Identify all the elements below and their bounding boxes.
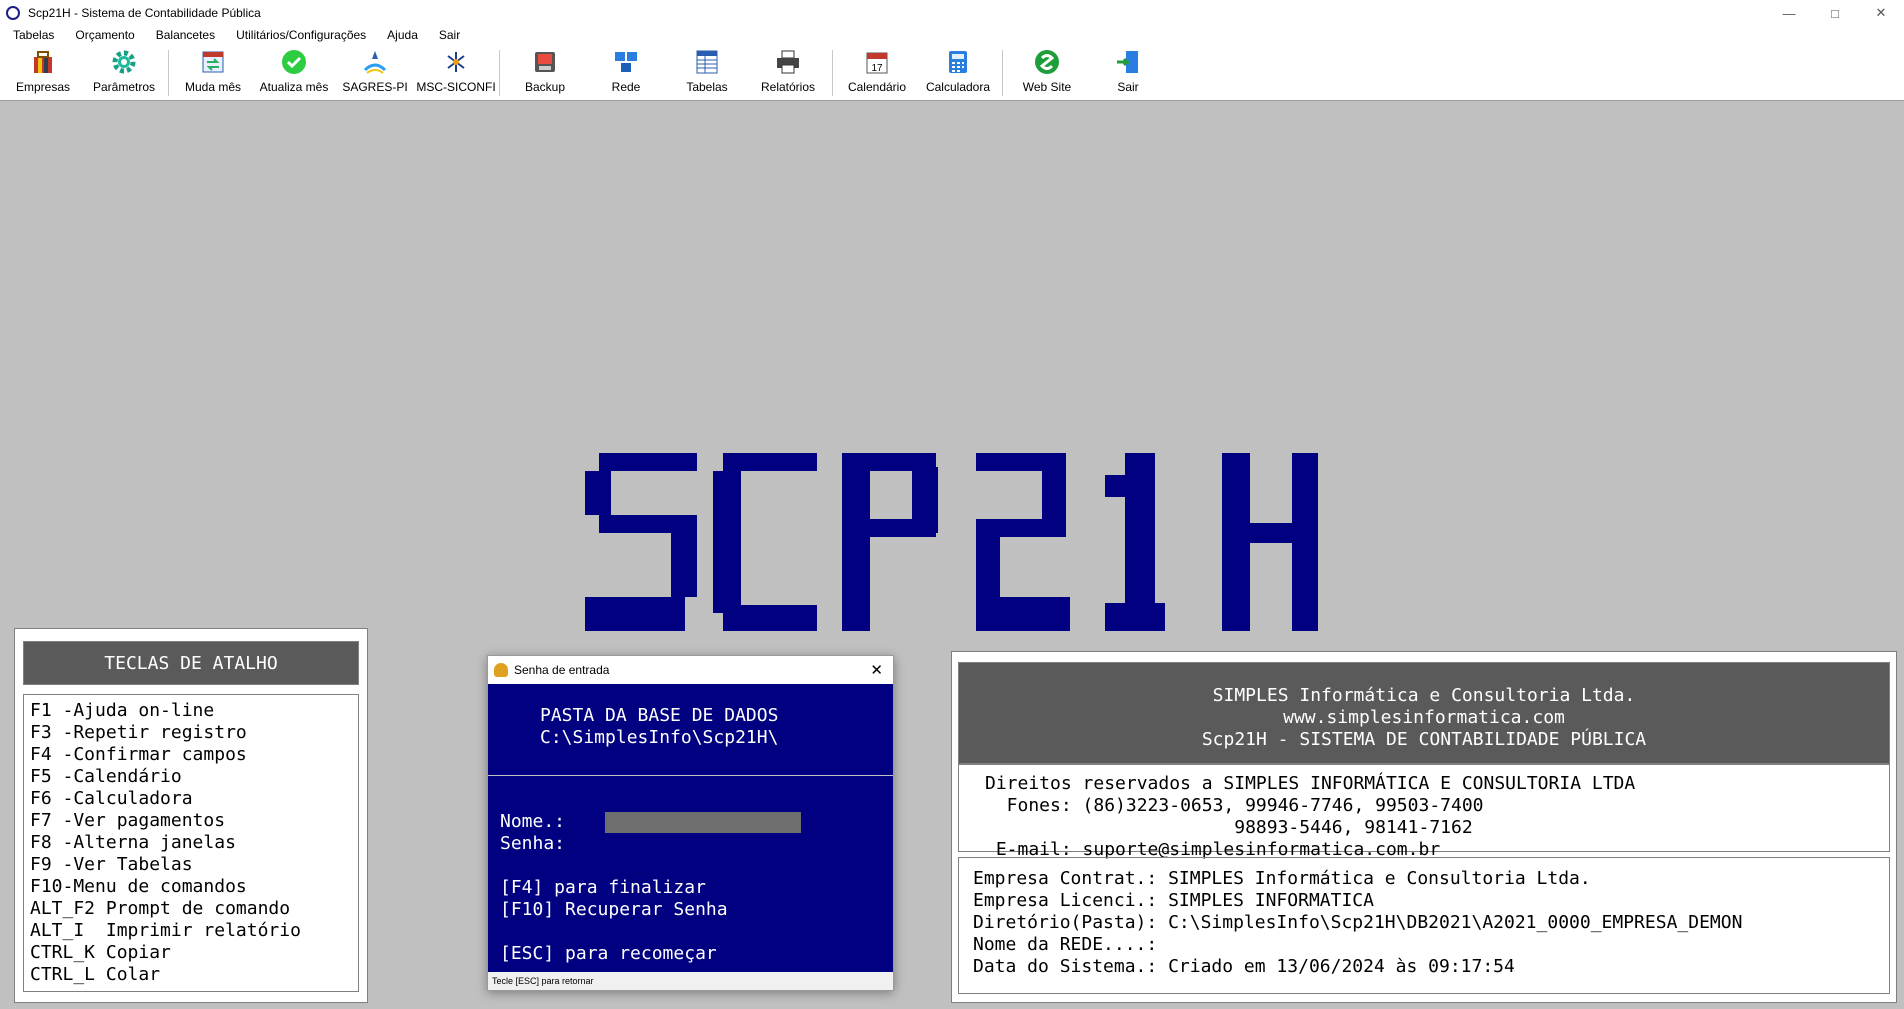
calendar-icon: 17 [866, 52, 888, 74]
data-sistema: Data do Sistema.: Criado em 13/06/2024 à… [973, 956, 1515, 977]
window-controls: — □ ✕ [1766, 0, 1904, 26]
user-key-icon [494, 663, 508, 677]
toolbar: Empresas Parâmetros Muda mês Atualiza mê… [0, 46, 1904, 101]
shortcuts-list: F1 -Ajuda on-line F3 -Repetir registro F4 … [23, 694, 359, 992]
msc-siconfi-button[interactable]: MSC-SICONFI [416, 48, 496, 98]
diretorio: Diretório(Pasta): C:\SimplesInfo\Scp21H\… [973, 912, 1743, 933]
login-dialog-titlebar[interactable]: Senha de entrada ✕ [488, 656, 893, 684]
rights-line: Direitos reservados a SIMPLES INFORMÁTIC… [985, 773, 1636, 794]
shortcut-item: F1 -Ajuda on-line [30, 700, 215, 721]
sair-button[interactable]: Sair [1088, 48, 1168, 98]
sagres-pi-button[interactable]: SAGRES-PI [335, 48, 415, 98]
menu-bar: Tabelas Orçamento Balancetes Utilitários… [0, 26, 1904, 46]
shortcut-item: F5 -Calendário [30, 766, 182, 787]
menu-ajuda[interactable]: Ajuda [374, 26, 426, 46]
title-bar: Scp21H - Sistema de Contabilidade Públic… [0, 0, 1904, 26]
scp21h-logo [585, 453, 1318, 631]
app-icon [6, 6, 20, 20]
briefcase-icon [34, 51, 52, 73]
company-header: SIMPLES Informática e Consultoria Ltda. w… [958, 662, 1890, 764]
shortcut-item: CTRL_K Copiar [30, 942, 171, 963]
f4-hint: [F4] para finalizar [500, 877, 706, 898]
globe-icon [1035, 50, 1059, 74]
sagres-logo-icon [363, 51, 387, 74]
tabelas-button[interactable]: Tabelas [667, 48, 747, 98]
shortcut-item: F4 -Confirmar campos [30, 744, 247, 765]
shortcut-item: F10-Menu de comandos [30, 876, 247, 897]
login-body: PASTA DA BASE DE DADOS C:\SimplesInfo\Sc… [488, 684, 893, 972]
menu-orcamento[interactable]: Orçamento [62, 26, 142, 46]
name-label: Nome.: [500, 811, 566, 832]
minimize-icon[interactable]: — [1766, 0, 1812, 26]
contact-block: Direitos reservados a SIMPLES INFORMÁTIC… [958, 764, 1890, 860]
switch-month-icon [202, 51, 224, 73]
company-info-panel: SIMPLES Informática e Consultoria Ltda. w… [951, 651, 1897, 1003]
relatorios-button[interactable]: Relatórios [748, 48, 828, 98]
shortcut-item: ALT_F2 Prompt de comando [30, 898, 291, 919]
calendario-button[interactable]: 17 Calendário [837, 48, 917, 98]
close-window-icon[interactable]: ✕ [1858, 0, 1904, 26]
backup-icon [535, 52, 555, 72]
menu-balancetes[interactable]: Balancetes [143, 26, 223, 46]
menu-tabelas[interactable]: Tabelas [0, 26, 62, 46]
f10-hint: [F10] Recuperar Senha [500, 899, 728, 920]
folder-path: C:\SimplesInfo\Scp21H\ [540, 727, 779, 748]
shortcut-item: F8 -Alterna janelas [30, 832, 236, 853]
company-website: www.simplesinformatica.com [1283, 707, 1565, 728]
company-name: SIMPLES Informática e Consultoria Ltda. [1212, 685, 1636, 706]
atualiza-mes-button[interactable]: Atualiza mês [254, 48, 334, 98]
muda-mes-button[interactable]: Muda mês [173, 48, 253, 98]
web-site-button[interactable]: Web Site [1007, 48, 1087, 98]
system-name: Scp21H - SISTEMA DE CONTABILIDADE PÚBLIC… [1201, 729, 1647, 750]
nome-rede: Nome da REDE....: [973, 934, 1158, 955]
name-input[interactable] [605, 812, 801, 833]
password-label: Senha: [500, 833, 566, 854]
table-icon [696, 50, 718, 74]
shortcut-item: ALT_I Imprimir relatório [30, 920, 301, 941]
calculadora-button[interactable]: Calculadora [918, 48, 998, 98]
esc-hint: [ESC] para recomeçar [500, 943, 717, 964]
calculator-icon [949, 51, 967, 73]
shortcut-item: F7 -Ver pagamentos [30, 810, 226, 831]
login-dialog: Senha de entrada ✕ PASTA DA BASE DE DADO… [487, 655, 894, 991]
siconfi-logo-icon [447, 52, 465, 72]
shortcut-item: CTRL_L Colar [30, 964, 161, 985]
shortcuts-title: TECLAS DE ATALHO [23, 641, 359, 685]
maximize-icon[interactable]: □ [1812, 0, 1858, 26]
rede-button[interactable]: Rede [586, 48, 666, 98]
window-title: Scp21H - Sistema de Contabilidade Públic… [28, 6, 261, 20]
parametros-button[interactable]: Parâmetros [84, 48, 164, 98]
shortcut-item: F9 -Ver Tabelas [30, 854, 193, 875]
shortcut-item: F3 -Repetir registro [30, 722, 247, 743]
password-input[interactable] [605, 834, 801, 855]
empresa-licenciada: Empresa Licenci.: SIMPLES INFORMATICA [973, 890, 1374, 911]
checkmark-icon [282, 50, 306, 74]
gear-icon [112, 50, 136, 74]
exit-door-icon [1117, 51, 1138, 73]
shortcuts-panel: TECLAS DE ATALHO F1 -Ajuda on-line F3 -Re… [14, 628, 368, 1003]
phones-line-2: 98893-5446, 98141-7162 [985, 817, 1473, 838]
menu-utilitarios[interactable]: Utilitários/Configurações [223, 26, 374, 46]
login-status-bar: Tecle [ESC] para retornar [488, 972, 893, 990]
phones-line: Fones: (86)3223-0653, 99946-7746, 99503-… [985, 795, 1484, 816]
empresa-contratante: Empresa Contrat.: SIMPLES Informática e … [973, 868, 1591, 889]
network-icon [615, 52, 637, 72]
shortcut-item: F6 -Calculadora [30, 788, 193, 809]
system-info-block: Empresa Contrat.: SIMPLES Informática e … [958, 857, 1890, 994]
login-dialog-title: Senha de entrada [514, 663, 610, 677]
backup-button[interactable]: Backup [505, 48, 585, 98]
menu-sair[interactable]: Sair [426, 26, 468, 46]
printer-icon [777, 50, 799, 74]
close-icon[interactable]: ✕ [870, 661, 883, 679]
svg-text:17: 17 [871, 63, 883, 74]
empresas-button[interactable]: Empresas [3, 48, 83, 98]
folder-heading: PASTA DA BASE DE DADOS [540, 705, 779, 726]
divider [488, 775, 893, 776]
